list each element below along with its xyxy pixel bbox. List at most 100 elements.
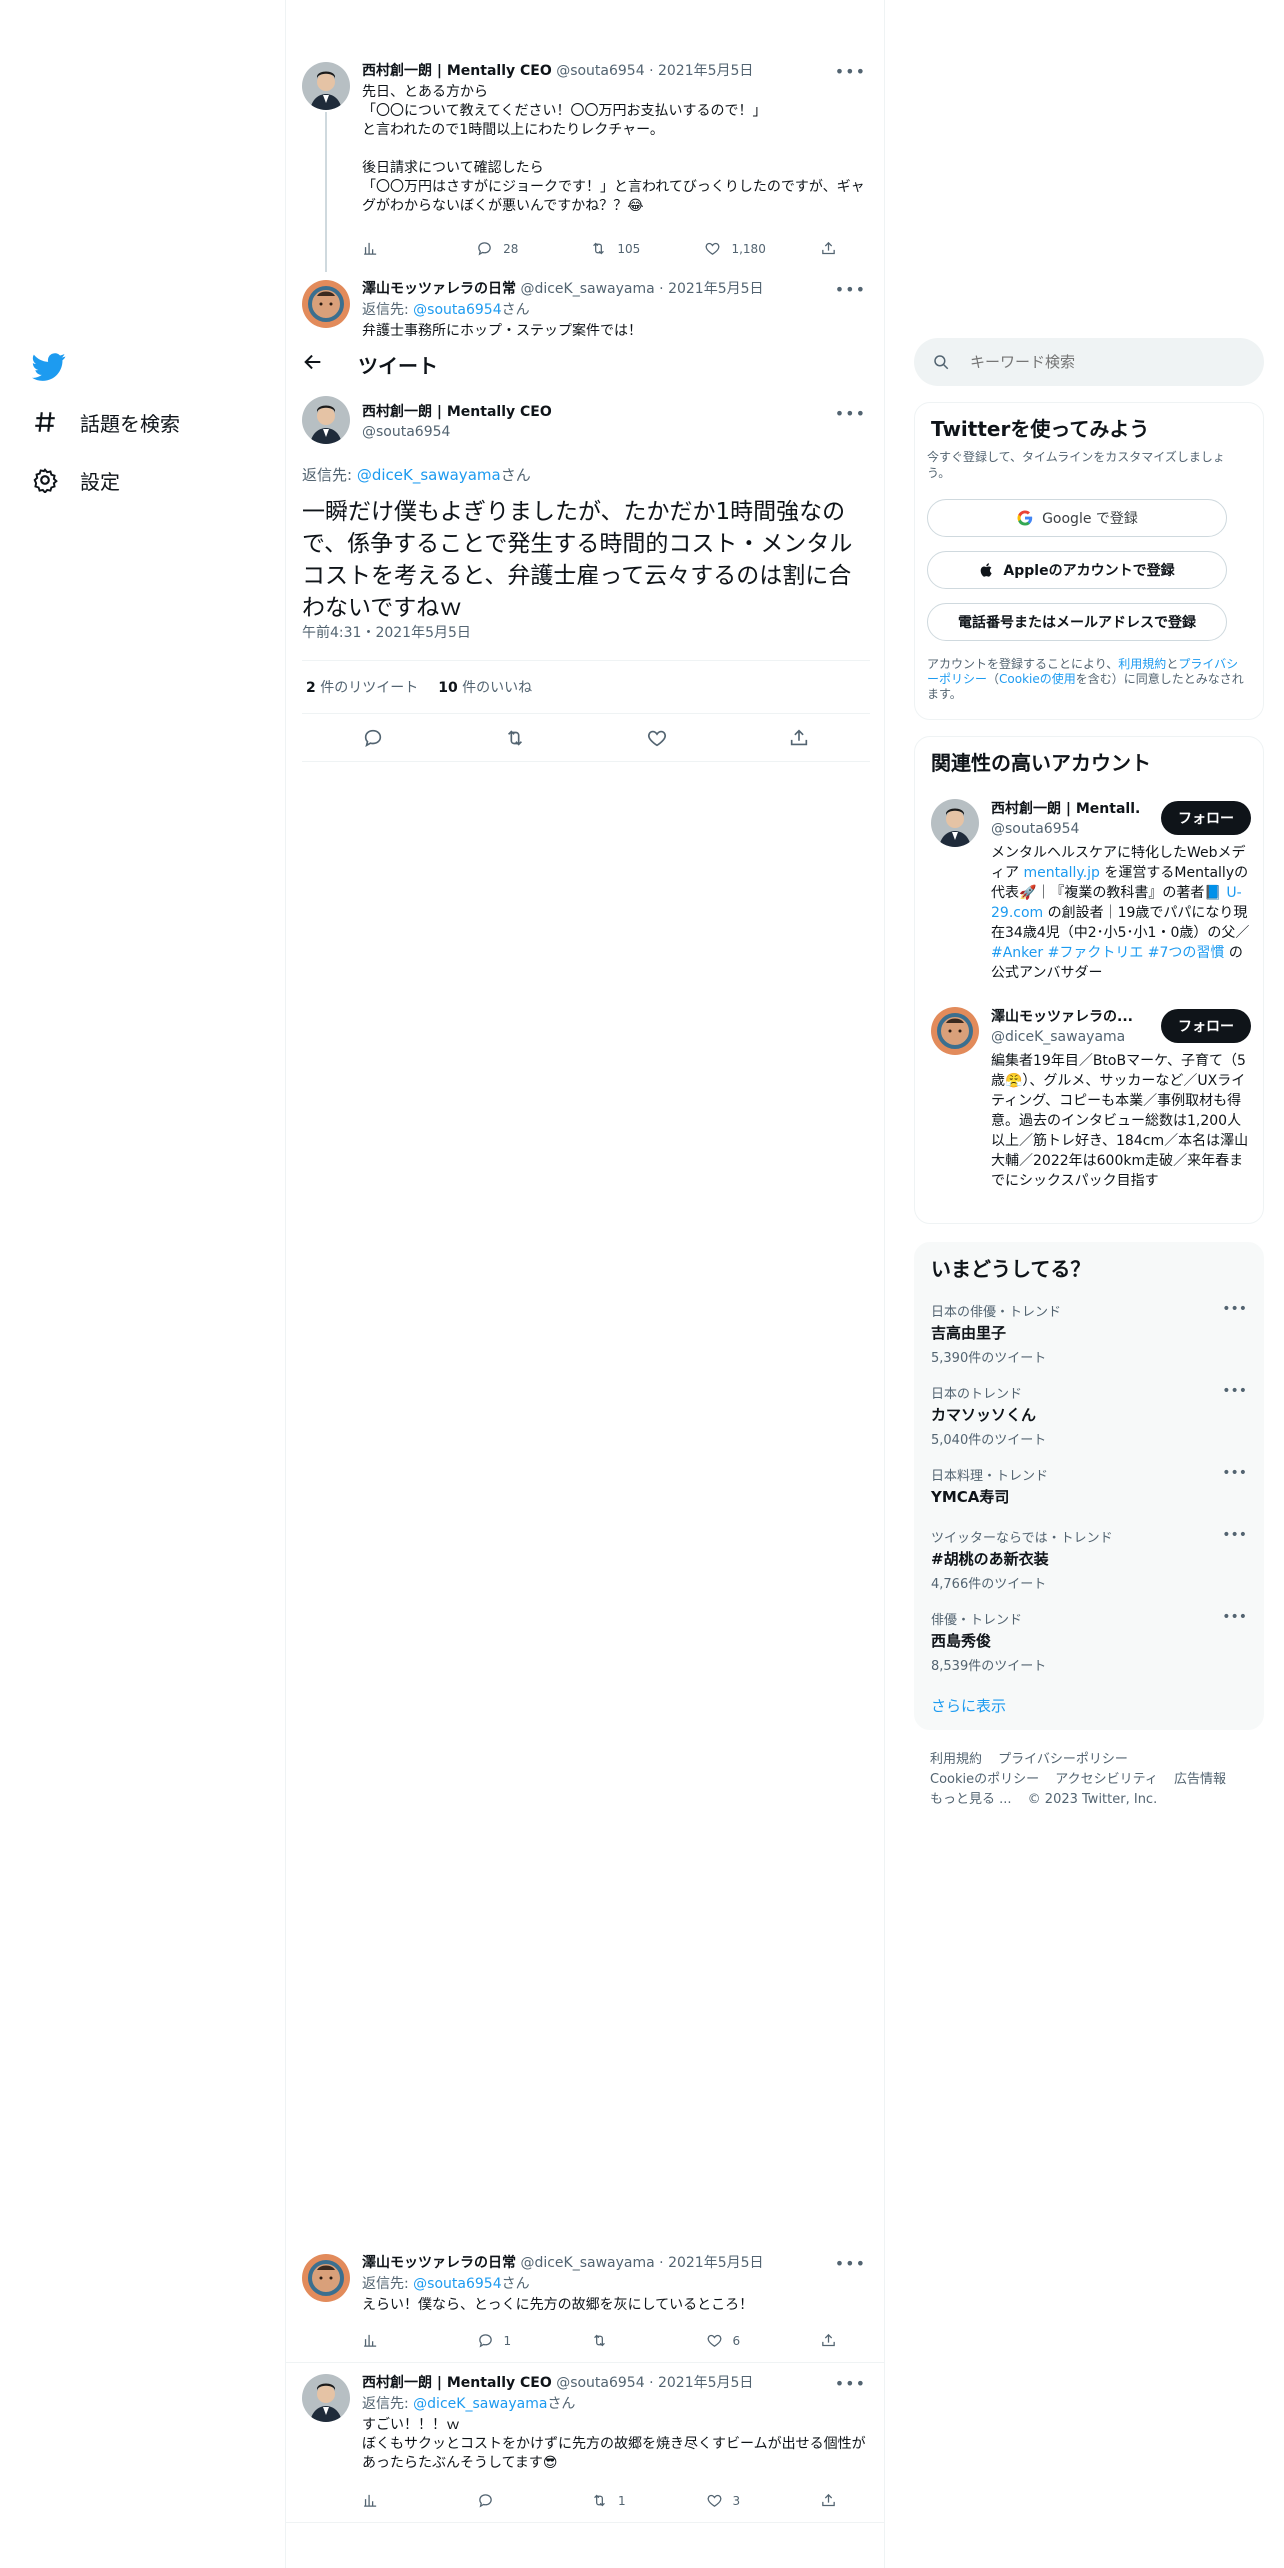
reply-button[interactable]	[362, 727, 384, 749]
like-button[interactable]: 6	[706, 2332, 766, 2349]
more-options-icon[interactable]: •••	[835, 62, 866, 81]
retweet-button[interactable]: 1	[591, 2492, 651, 2509]
stats-button[interactable]	[362, 2492, 422, 2509]
avatar[interactable]	[931, 1007, 979, 1055]
like-button[interactable]	[646, 727, 668, 749]
twitter-logo-icon[interactable]	[32, 350, 66, 384]
like-button[interactable]: 3	[706, 2492, 766, 2509]
avatar[interactable]	[302, 280, 350, 328]
reply-to-link[interactable]: @souta6954	[413, 302, 501, 318]
apple-signup-button[interactable]: Appleのアカウントで登録	[927, 551, 1227, 589]
more-options-icon[interactable]: •••	[835, 2254, 866, 2273]
reply-button[interactable]: 28	[476, 240, 536, 257]
share-icon	[820, 2492, 837, 2509]
more-options-icon[interactable]: •••	[1222, 1609, 1247, 1625]
back-arrow-icon[interactable]	[302, 351, 324, 373]
tweet-date[interactable]: 2021年5月5日	[658, 2375, 753, 2391]
retweet-button[interactable]: 105	[590, 240, 650, 257]
share-button[interactable]	[820, 2492, 840, 2509]
avatar[interactable]	[302, 396, 350, 444]
author-handle[interactable]: @souta6954	[556, 2375, 644, 2391]
retweet-button[interactable]	[591, 2332, 651, 2349]
account-name[interactable]: 澤山モッツァレラの...	[991, 1007, 1141, 1027]
reply-to-link[interactable]: @diceK_sawayama	[413, 2396, 547, 2412]
more-options-icon[interactable]: •••	[835, 2374, 866, 2393]
stats-button[interactable]	[362, 2332, 422, 2349]
footer-link[interactable]: 利用規約	[930, 1752, 982, 1767]
follow-button[interactable]: フォロー	[1161, 1009, 1251, 1043]
author-handle[interactable]: @diceK_sawayama	[520, 2255, 654, 2271]
cookie-link[interactable]: Cookieの使用	[999, 672, 1076, 686]
share-button[interactable]	[820, 2332, 840, 2349]
phone-email-signup-button[interactable]: 電話番号またはメールアドレスで登録	[927, 603, 1227, 641]
footer-link[interactable]: プライバシーポリシー	[998, 1752, 1128, 1767]
trend-item[interactable]: 俳優・トレンド 西島秀俊 8,539件のツイート •••	[931, 1609, 1247, 1674]
avatar[interactable]	[931, 799, 979, 847]
account-item[interactable]: 澤山モッツァレラの... @diceK_sawayama フォロー 編集者19年…	[931, 1007, 1251, 1207]
reply-button[interactable]: 1	[477, 2332, 537, 2349]
reply-tweet[interactable]: 西村創一朗 | Mentally CEO @souta6954 · 2021年5…	[302, 2374, 870, 2524]
avatar[interactable]	[302, 2374, 350, 2422]
author-name[interactable]: 西村創一朗 | Mentally CEO	[362, 2375, 552, 2391]
google-signup-button[interactable]: Google で登録	[927, 499, 1227, 537]
share-button[interactable]	[788, 727, 810, 749]
trend-item[interactable]: 日本料理・トレンド YMCA寿司 •••	[931, 1465, 1247, 1511]
avatar[interactable]	[302, 62, 350, 110]
account-handle[interactable]: @diceK_sawayama	[991, 1027, 1141, 1047]
nav-item-explore[interactable]: 話題を検索	[32, 402, 180, 442]
author-handle[interactable]: @souta6954	[556, 63, 644, 79]
tweet-date[interactable]: 2021年5月5日	[668, 281, 763, 297]
trend-item[interactable]: 日本のトレンド カマソッソくん 5,040件のツイート •••	[931, 1383, 1247, 1448]
author-handle[interactable]: @diceK_sawayama	[520, 281, 654, 297]
stats-button[interactable]	[362, 240, 422, 257]
reply-to-link[interactable]: @souta6954	[413, 2276, 501, 2292]
tweet-date[interactable]: 2021年5月5日	[658, 63, 753, 79]
share-button[interactable]	[820, 240, 840, 257]
tweet-text: えらい！僕なら、とっくに先方の故郷を灰にしているところ！	[362, 2297, 754, 2313]
tweet-timestamp[interactable]: 午前4:31・2021年5月5日	[302, 622, 471, 642]
more-options-icon[interactable]: •••	[835, 280, 866, 299]
reply-button[interactable]	[477, 2492, 537, 2509]
like-stat[interactable]: 10 件のいいね	[438, 677, 532, 697]
reply-to-link[interactable]: @diceK_sawayama	[357, 466, 501, 484]
more-options-icon[interactable]: •••	[1222, 1527, 1247, 1543]
trend-name: 西島秀俊	[931, 1632, 992, 1650]
main-column: 西村創一朗 | Mentally CEO @souta6954 · 2021年5…	[285, 0, 885, 2568]
footer-link[interactable]: 広告情報	[1174, 1772, 1226, 1787]
author-name[interactable]: 西村創一朗 | Mentally CEO	[362, 402, 552, 422]
reply-context: 返信先: @diceK_sawayamaさん	[302, 466, 531, 484]
retweet-stat[interactable]: 2 件のリツイート	[306, 677, 418, 697]
avatar[interactable]	[302, 2254, 350, 2302]
like-button[interactable]: 1,180	[704, 240, 766, 257]
nav-item-settings[interactable]: 設定	[32, 460, 120, 500]
retweet-button[interactable]	[504, 727, 526, 749]
author-handle[interactable]: @souta6954	[362, 422, 552, 442]
nav-item-label: 話題を検索	[80, 411, 180, 436]
author-name[interactable]: 澤山モッツァレラの日常	[362, 281, 516, 297]
account-bio: 編集者19年目／BtoBマーケ、子育て（5歳😤）、グルメ、サッカーなど／UXライ…	[991, 1053, 1249, 1189]
follow-button[interactable]: フォロー	[1161, 801, 1251, 835]
trend-item[interactable]: 日本の俳優・トレンド 吉高由里子 5,390件のツイート •••	[931, 1301, 1247, 1366]
footer-link[interactable]: Cookieのポリシー	[930, 1772, 1039, 1787]
reply-tweet[interactable]: 澤山モッツァレラの日常 @diceK_sawayama · 2021年5月5日 …	[302, 2254, 870, 2364]
more-options-icon[interactable]: •••	[1222, 1383, 1247, 1399]
more-options-icon[interactable]: •••	[1222, 1301, 1247, 1317]
footer-link[interactable]: アクセシビリティ	[1055, 1772, 1158, 1787]
more-options-icon[interactable]: •••	[835, 404, 866, 423]
thread-tweet[interactable]: 澤山モッツァレラの日常 @diceK_sawayama · 2021年5月5日 …	[302, 280, 870, 340]
tweet-text: 先日、とある方から 「〇〇について教えてください！〇〇万円お支払いするので！」 …	[362, 84, 865, 214]
account-item[interactable]: 西村創一朗 | Mentall... @souta6954 フォロー メンタルヘ…	[931, 799, 1251, 999]
terms-link[interactable]: 利用規約	[1118, 657, 1166, 671]
tweet-date[interactable]: 2021年5月5日	[668, 2255, 763, 2271]
thread-tweet[interactable]: 西村創一朗 | Mentally CEO @souta6954 · 2021年5…	[302, 62, 870, 272]
author-name[interactable]: 西村創一朗 | Mentally CEO	[362, 63, 552, 79]
show-more-link[interactable]: さらに表示	[931, 1695, 1006, 1716]
account-name[interactable]: 西村創一朗 | Mentall...	[991, 799, 1141, 819]
search-box[interactable]	[914, 338, 1264, 386]
author-name[interactable]: 澤山モッツァレラの日常	[362, 2255, 516, 2271]
trend-item[interactable]: ツイッターならでは・トレンド #胡桃のあ新衣装 4,766件のツイート •••	[931, 1527, 1247, 1592]
search-input[interactable]	[970, 353, 1220, 371]
account-handle[interactable]: @souta6954	[991, 819, 1141, 839]
footer-link[interactable]: もっと見る ...	[930, 1792, 1012, 1807]
more-options-icon[interactable]: •••	[1222, 1465, 1247, 1481]
